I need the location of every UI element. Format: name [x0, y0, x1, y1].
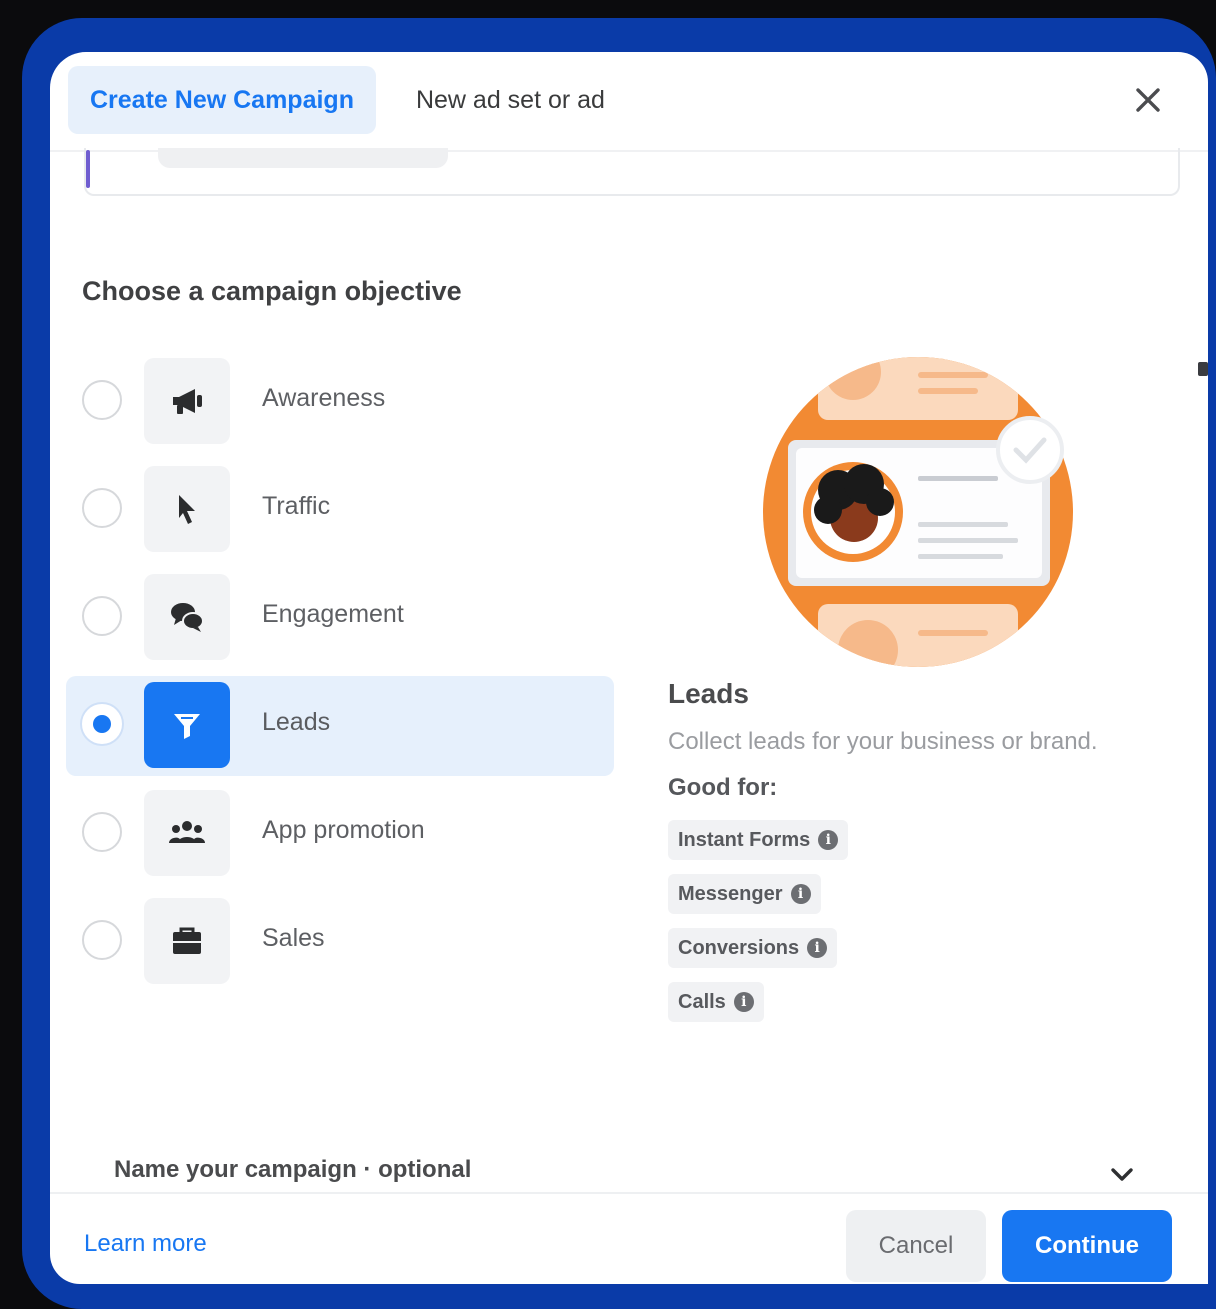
- detail-description: Collect leads for your business or brand…: [668, 728, 1098, 755]
- chip-label: Conversions: [678, 936, 800, 959]
- radio-traffic[interactable]: [82, 488, 122, 528]
- close-button[interactable]: [1128, 80, 1168, 120]
- briefcase-icon: [144, 898, 230, 984]
- chip-label: Messenger: [678, 882, 783, 905]
- option-label: Sales: [262, 924, 325, 952]
- radio-leads[interactable]: [82, 704, 122, 744]
- cursor-icon: [144, 466, 230, 552]
- leads-illustration: [763, 357, 1073, 667]
- option-leads[interactable]: Leads: [66, 676, 614, 776]
- option-awareness[interactable]: Awareness: [66, 352, 614, 452]
- footer-divider: [50, 1192, 1208, 1194]
- create-campaign-modal: Create New Campaign New ad set or ad Cho…: [50, 52, 1208, 1284]
- option-engagement[interactable]: Engagement: [66, 568, 614, 668]
- learn-more-link[interactable]: Learn more: [84, 1230, 207, 1258]
- megaphone-icon: [144, 358, 230, 444]
- cancel-button[interactable]: Cancel: [846, 1210, 986, 1282]
- field-accent-bar: [86, 150, 90, 188]
- objective-section-title: Choose a campaign objective: [82, 276, 462, 306]
- chip-label: Instant Forms: [678, 828, 811, 851]
- name-campaign-section-label[interactable]: Name your campaign · optional: [114, 1156, 471, 1184]
- chip-instant-forms: Instant Forms i: [668, 820, 849, 860]
- continue-button[interactable]: Continue: [1002, 1210, 1172, 1282]
- field-placeholder-shape: [158, 148, 448, 168]
- option-app-promotion[interactable]: App promotion: [66, 784, 614, 884]
- tab-create-new-campaign[interactable]: Create New Campaign: [68, 66, 376, 134]
- header-tabs: Create New Campaign New ad set or ad: [68, 66, 627, 134]
- radio-engagement[interactable]: [82, 596, 122, 636]
- chip-label: Calls: [678, 990, 726, 1013]
- option-label: App promotion: [262, 816, 425, 844]
- chip-calls: Calls i: [668, 982, 764, 1022]
- radio-sales[interactable]: [82, 920, 122, 960]
- chat-bubbles-icon: [144, 574, 230, 660]
- chevron-down-icon[interactable]: [1108, 1160, 1136, 1188]
- option-label: Traffic: [262, 492, 331, 520]
- good-for-label: Good for:: [668, 774, 778, 801]
- radio-awareness[interactable]: [82, 380, 122, 420]
- funnel-icon: [144, 682, 230, 768]
- chip-conversions: Conversions i: [668, 928, 838, 968]
- people-icon: [144, 790, 230, 876]
- info-icon[interactable]: i: [733, 992, 754, 1012]
- tab-new-ad-set-or-ad[interactable]: New ad set or ad: [394, 66, 627, 134]
- info-icon[interactable]: i: [818, 830, 839, 850]
- info-icon[interactable]: i: [807, 938, 828, 958]
- option-traffic[interactable]: Traffic: [66, 460, 614, 560]
- chip-messenger: Messenger i: [668, 874, 821, 914]
- good-for-chips: Instant Forms i Messenger i Conversions …: [668, 820, 849, 1036]
- option-label: Leads: [262, 708, 331, 736]
- close-icon: [1136, 88, 1160, 112]
- objective-options: Awareness Traffic Engagement Leads App p…: [66, 352, 614, 1000]
- option-label: Engagement: [262, 600, 404, 628]
- scrollbar-mark: [1198, 362, 1208, 376]
- option-sales[interactable]: Sales: [66, 892, 614, 992]
- info-icon[interactable]: i: [790, 884, 811, 904]
- radio-app-promotion[interactable]: [82, 812, 122, 852]
- scrolled-field-remnant: [84, 148, 1180, 196]
- option-label: Awareness: [262, 384, 386, 412]
- detail-title: Leads: [668, 678, 749, 709]
